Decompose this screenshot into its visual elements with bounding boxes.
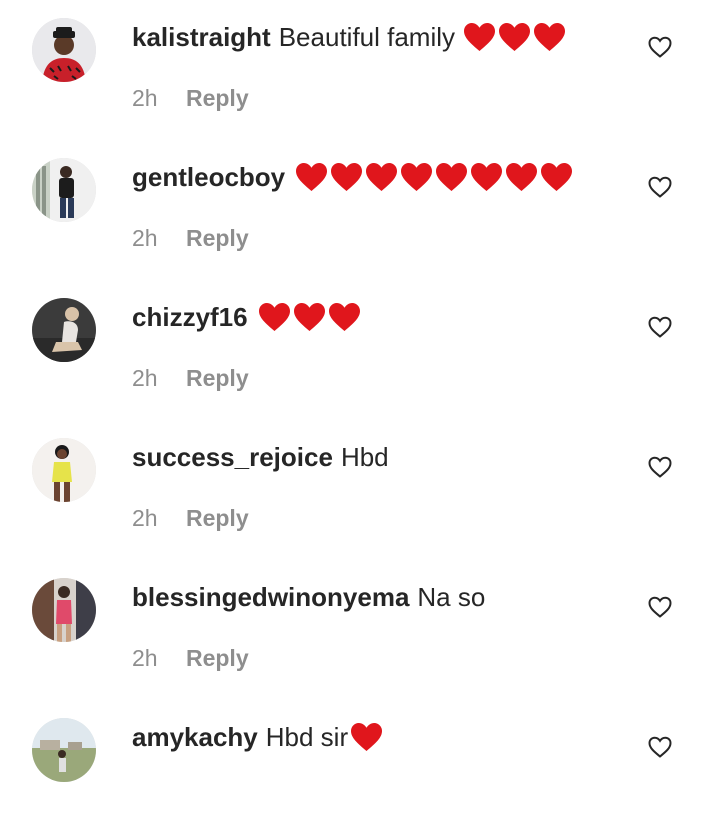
red-heart-emoji-icon (499, 23, 531, 51)
username[interactable]: blessingedwinonyema (132, 580, 409, 614)
red-heart-emoji-icon (436, 163, 468, 191)
comment-text: success_rejoice Hbd (132, 440, 397, 474)
comment-meta: 2h Reply (132, 504, 249, 532)
comment-text: gentleocboy (132, 160, 575, 194)
comment-item: blessingedwinonyema Na so 2h Reply (0, 560, 720, 700)
heart-emojis (258, 302, 363, 332)
comment-meta: 2h Reply (132, 644, 249, 672)
username[interactable]: chizzyf16 (132, 300, 248, 334)
avatar-outdoor-scene-icon (32, 718, 96, 782)
reply-button[interactable]: Reply (186, 365, 249, 391)
reply-button[interactable]: Reply (186, 645, 249, 671)
timestamp: 2h (132, 85, 158, 111)
comment-item: kalistraight Beautiful family 2h Reply (0, 0, 720, 140)
comment-meta: 2h Reply (132, 364, 249, 392)
heart-outline-icon[interactable] (648, 316, 672, 338)
comment-text: amykachy Hbd sir (132, 720, 385, 754)
avatar-woman-yellow-dress-icon (32, 438, 96, 502)
username[interactable]: gentleocboy (132, 160, 285, 194)
avatar[interactable] (32, 438, 96, 502)
heart-outline-icon[interactable] (648, 456, 672, 478)
red-heart-emoji-icon (534, 23, 566, 51)
username[interactable]: amykachy (132, 720, 258, 754)
heart-outline-icon[interactable] (648, 736, 672, 758)
reply-button[interactable]: Reply (186, 225, 249, 251)
red-heart-emoji-icon (471, 163, 503, 191)
red-heart-emoji-icon (328, 303, 360, 331)
comment-item: amykachy Hbd sir (0, 700, 720, 840)
avatar-woman-doorway-icon (32, 578, 96, 642)
comment-body: Beautiful family (278, 22, 456, 52)
comment-item: success_rejoice Hbd 2h Reply (0, 420, 720, 560)
comment-text: chizzyf16 (132, 300, 363, 334)
reply-button[interactable]: Reply (186, 505, 249, 531)
comment-item: gentleocboy 2h Reply (0, 140, 720, 280)
comment-body: Na so (417, 582, 486, 612)
red-heart-emoji-icon (541, 163, 573, 191)
comment-text: kalistraight Beautiful family (132, 20, 568, 54)
avatar[interactable] (32, 718, 96, 782)
red-heart-emoji-icon (506, 163, 538, 191)
timestamp: 2h (132, 505, 158, 531)
avatar[interactable] (32, 158, 96, 222)
red-heart-emoji-icon (293, 303, 325, 331)
comments-list: kalistraight Beautiful family 2h Reply g… (0, 0, 720, 784)
red-heart-emoji-icon (366, 163, 398, 191)
red-heart-emoji-icon (464, 23, 496, 51)
red-heart-emoji-icon (401, 163, 433, 191)
comment-body: Hbd (340, 442, 389, 472)
username[interactable]: kalistraight (132, 20, 271, 54)
red-heart-emoji-icon (331, 163, 363, 191)
timestamp: 2h (132, 645, 158, 671)
username[interactable]: success_rejoice (132, 440, 333, 474)
red-heart-emoji-icon (258, 303, 290, 331)
avatar[interactable] (32, 578, 96, 642)
comment-meta: 2h Reply (132, 84, 249, 112)
comment-body: Hbd sir (265, 722, 349, 752)
heart-emojis (295, 162, 575, 192)
comment-text: blessingedwinonyema Na so (132, 580, 493, 614)
comment-item: chizzyf16 2h Reply (0, 280, 720, 420)
avatar[interactable] (32, 18, 96, 82)
avatar-man-standing-icon (32, 158, 96, 222)
avatar-woman-sitting-icon (32, 298, 96, 362)
heart-outline-icon[interactable] (648, 176, 672, 198)
heart-outline-icon[interactable] (648, 36, 672, 58)
avatar[interactable] (32, 298, 96, 362)
reply-button[interactable]: Reply (186, 85, 249, 111)
avatar-man-red-shirt-icon (32, 18, 96, 82)
red-heart-emoji-icon (351, 723, 383, 751)
comment-meta: 2h Reply (132, 224, 249, 252)
timestamp: 2h (132, 225, 158, 251)
heart-emojis (350, 722, 385, 752)
heart-emojis (463, 22, 568, 52)
red-heart-emoji-icon (296, 163, 328, 191)
heart-outline-icon[interactable] (648, 596, 672, 618)
timestamp: 2h (132, 365, 158, 391)
